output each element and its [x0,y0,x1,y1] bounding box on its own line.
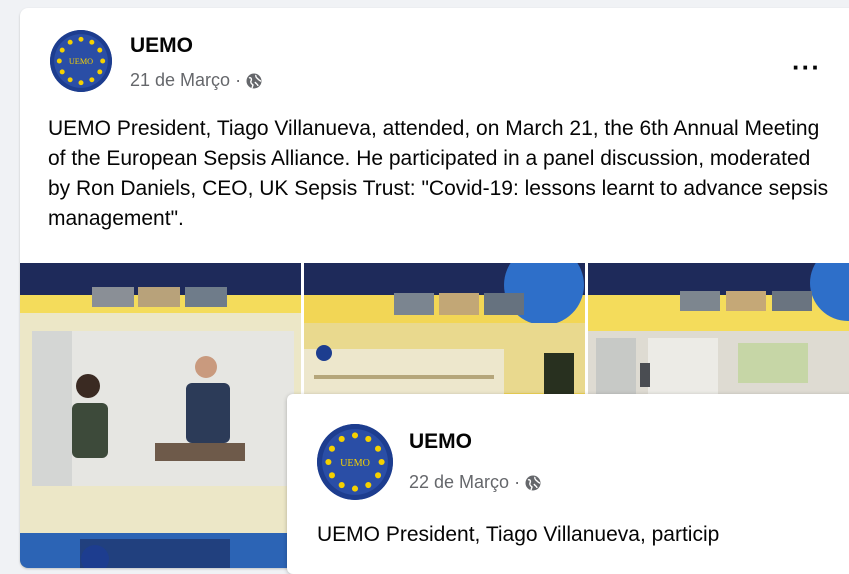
photo-1[interactable] [20,263,301,568]
globe-icon[interactable] [525,475,541,491]
post-meta: 22 de Março · [409,472,541,493]
globe-icon[interactable] [246,73,262,89]
page-avatar[interactable]: UEMO [50,30,112,92]
meta-separator: · [235,70,242,90]
svg-text:UEMO: UEMO [340,458,370,469]
post-text: UEMO President, Tiago Villanueva, attend… [48,117,829,230]
svg-text:UEMO: UEMO [69,57,93,66]
post-author[interactable]: UEMO [409,430,472,454]
page-avatar[interactable]: UEMO [317,424,393,500]
more-options-icon[interactable]: ··· [792,54,821,80]
post-author[interactable]: UEMO [130,34,193,58]
post-card-2: UEMO UEMO 22 de Março · UEMO President, … [287,394,849,574]
uemo-logo-icon: UEMO [50,30,112,92]
post-date[interactable]: 21 de Março [130,70,230,91]
post-text: UEMO President, Tiago Villanueva, partic… [317,523,720,546]
meta-separator: · [514,472,521,492]
post-meta: 21 de Março · [130,70,262,91]
uemo-logo-icon: UEMO [317,424,393,500]
post-date[interactable]: 22 de Março [409,472,509,493]
